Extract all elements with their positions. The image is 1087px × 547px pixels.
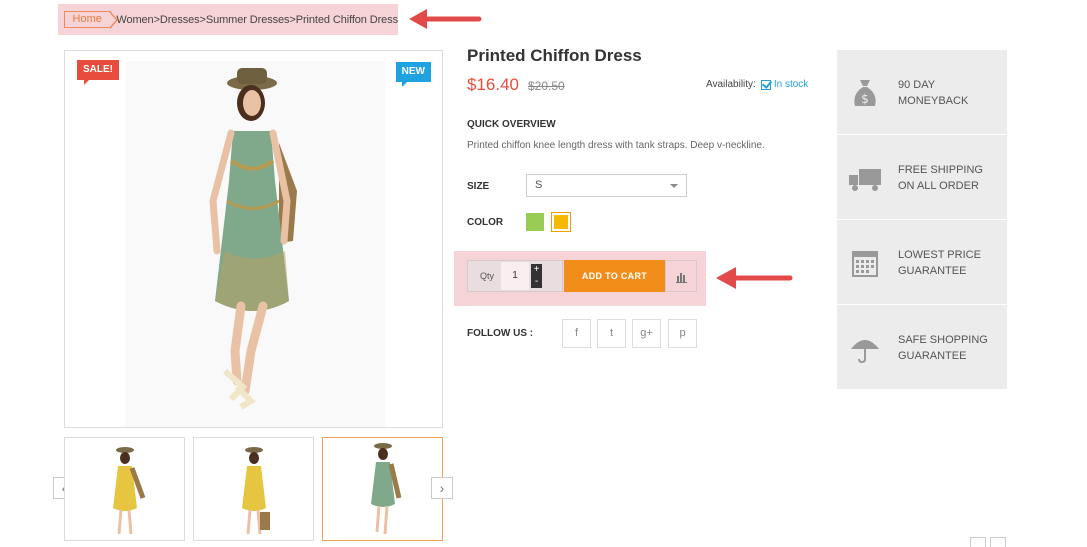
calendar-icon (852, 251, 878, 277)
breadcrumb-trail[interactable]: Women>Dresses>Summer Dresses>Printed Chi… (116, 14, 398, 26)
quantity-input[interactable]: 1 (501, 262, 529, 290)
breadcrumb: Home Women>Dresses>Summer Dresses>Printe… (58, 4, 398, 35)
feature-line-1: LOWEST PRICE (898, 249, 981, 261)
quick-overview-heading: QUICK OVERVIEW (467, 119, 556, 130)
stock-status: In stock (760, 79, 809, 90)
feature-line-2: GUARANTEE (898, 265, 967, 277)
feature-safe-shopping: SAFE SHOPPING GUARANTEE (837, 305, 1007, 390)
gallery-next-button[interactable]: › (431, 477, 453, 499)
color-swatch-yellow[interactable] (551, 212, 571, 232)
umbrella-icon (851, 340, 879, 364)
product-title: Printed Chiffon Dress (467, 46, 642, 65)
feature-free-shipping: FREE SHIPPING ON ALL ORDER (837, 135, 1007, 220)
product-price: $16.40 (467, 75, 519, 94)
money-bag-icon: $ (854, 80, 876, 106)
follow-us-label: FOLLOW US : (467, 328, 534, 339)
feature-moneyback: $ 90 DAY MONEYBACK (837, 50, 1007, 135)
size-select[interactable]: S (526, 174, 687, 197)
feature-line-2: MONEYBACK (898, 95, 969, 107)
chevron-down-icon (670, 184, 678, 188)
thumbnail-1[interactable] (64, 437, 185, 541)
quantity-minus-button[interactable]: - (531, 276, 542, 288)
pager-next-button[interactable] (990, 537, 1006, 547)
bar-chart-icon (676, 273, 687, 283)
feature-line-1: 90 DAY (898, 79, 936, 91)
check-icon (760, 79, 771, 90)
thumbnail-photo (242, 447, 270, 535)
annotation-arrow-icon (716, 267, 793, 289)
features-panel: $ 90 DAY MONEYBACK FREE SHIPPING ON ALL … (837, 50, 1007, 390)
feature-line-2: GUARANTEE (898, 350, 967, 362)
quick-overview-text: Printed chiffon knee length dress with t… (467, 140, 765, 151)
thumbnail-photo (371, 443, 402, 535)
svg-text:$: $ (861, 92, 869, 106)
chevron-right-icon: › (439, 480, 445, 496)
google-plus-icon[interactable]: g+ (632, 319, 661, 348)
quantity-label: Qty (480, 271, 495, 281)
size-selected-value: S (535, 179, 543, 191)
breadcrumb-home-link[interactable]: Home (64, 11, 119, 29)
sale-badge: SALE! (77, 60, 119, 85)
quantity-plus-button[interactable]: + (531, 264, 542, 276)
size-label: SIZE (467, 181, 490, 192)
pager-prev-button[interactable] (970, 537, 986, 547)
feature-lowest-price: LOWEST PRICE GUARANTEE (837, 220, 1007, 305)
feature-line-1: SAFE SHOPPING (898, 334, 988, 346)
facebook-icon[interactable]: f (562, 319, 591, 348)
twitter-icon[interactable]: t (597, 319, 626, 348)
product-old-price: $20.50 (528, 79, 565, 93)
stock-status-text: In stock (773, 79, 809, 90)
feature-line-1: FREE SHIPPING (898, 164, 983, 176)
thumbnail-2[interactable] (193, 437, 314, 541)
main-product-image[interactable]: SALE! NEW (64, 50, 443, 428)
thumbnail-photo (113, 447, 146, 535)
feature-line-2: ON ALL ORDER (898, 180, 979, 192)
color-swatch-green[interactable] (526, 213, 544, 231)
thumbnail-3[interactable] (322, 437, 443, 541)
truck-icon (849, 169, 881, 191)
new-badge: NEW (395, 62, 431, 87)
pinterest-icon[interactable]: p (668, 319, 697, 348)
product-photo (125, 61, 385, 427)
color-label: COLOR (467, 217, 504, 228)
availability-label: Availability: (706, 79, 756, 90)
compare-button[interactable] (665, 260, 697, 292)
annotation-arrow-icon (409, 9, 482, 29)
availability: Availability: In stock (706, 79, 808, 90)
add-to-cart-button[interactable]: ADD TO CART (564, 260, 665, 292)
